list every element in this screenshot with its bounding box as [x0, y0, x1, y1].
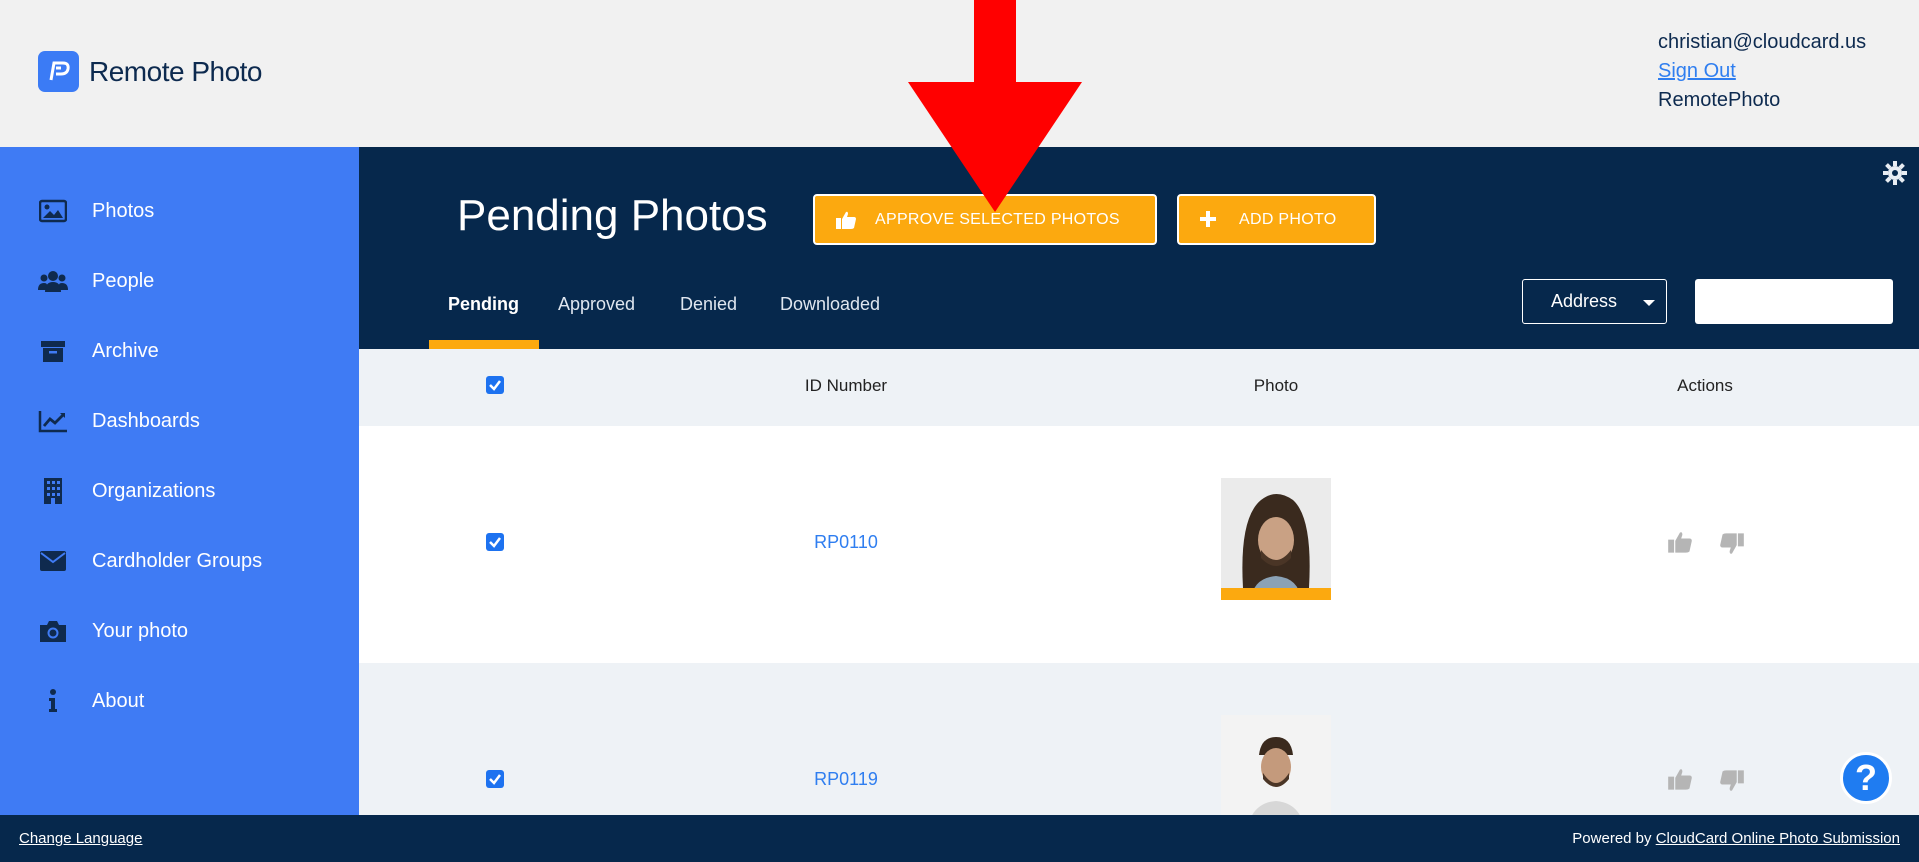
organization-name: RemotePhoto: [1658, 89, 1781, 111]
cloudcard-link[interactable]: CloudCard Online Photo Submission: [1656, 830, 1900, 847]
sidebar-item-photos[interactable]: Photos: [38, 191, 154, 231]
user-email: christian@cloudcard.us: [1658, 31, 1867, 53]
filter-select-value: Address: [1551, 291, 1618, 311]
row-checkbox[interactable]: [486, 533, 504, 551]
sidebar-item-people[interactable]: People: [38, 261, 154, 301]
sidebar-item-cardholder-groups[interactable]: Cardholder Groups: [38, 541, 262, 581]
sidebar-item-label: Organizations: [92, 479, 216, 502]
envelope-icon: [38, 546, 68, 576]
caret-down-icon: [1643, 300, 1655, 306]
red-arrow-annotation: [908, 0, 1082, 212]
add-photo-button[interactable]: ADD PHOTO: [1177, 194, 1376, 245]
logo-icon: [38, 51, 79, 92]
table-row: RP0119: [359, 663, 1919, 815]
column-header-id: ID Number: [804, 376, 888, 395]
sidebar-item-label: Dashboards: [92, 409, 200, 432]
powered-by-label: Powered by: [1572, 830, 1652, 847]
sidebar-item-about[interactable]: About: [38, 681, 144, 721]
select-all-checkbox[interactable]: [486, 376, 504, 394]
chart-line-icon: [38, 406, 68, 436]
pending-status-bar: [1221, 588, 1331, 600]
sidebar-item-label: Your photo: [92, 619, 189, 642]
sidebar-item-label: People: [92, 269, 155, 292]
row-checkbox[interactable]: [486, 770, 504, 788]
brand-logo[interactable]: Remote Photo: [38, 51, 263, 92]
active-tab-indicator: [429, 340, 539, 349]
approve-thumbs-up-icon[interactable]: [1667, 767, 1693, 796]
sidebar-item-label: Photos: [92, 199, 155, 222]
id-number-link[interactable]: RP0110: [814, 532, 878, 553]
sidebar-item-dashboards[interactable]: Dashboards: [38, 401, 200, 441]
sidebar-item-label: About: [92, 689, 145, 712]
question-icon: ?: [1855, 757, 1877, 798]
tab-pending[interactable]: Pending: [448, 294, 519, 315]
column-header-actions: Actions: [1677, 376, 1733, 395]
footer: Change Language Powered by CloudCard Onl…: [0, 815, 1919, 862]
column-header-photo: Photo: [1253, 376, 1299, 395]
user-block: christian@cloudcard.us Sign Out RemotePh…: [1658, 28, 1866, 115]
image-icon: [38, 196, 68, 226]
sidebar-item-label: Archive: [92, 339, 159, 362]
camera-icon: [38, 616, 68, 646]
sign-out-link[interactable]: Sign Out: [1658, 57, 1866, 86]
add-photo-label: ADD PHOTO: [1239, 211, 1337, 228]
archive-icon: [38, 336, 68, 366]
sidebar-item-organizations[interactable]: Organizations: [38, 471, 215, 511]
powered-by: Powered by CloudCard Online Photo Submis…: [1572, 830, 1900, 847]
id-number-link[interactable]: RP0119: [814, 769, 878, 790]
tab-denied[interactable]: Denied: [680, 294, 737, 315]
person-photo-thumbnail[interactable]: [1221, 715, 1331, 815]
approve-thumbs-up-icon[interactable]: [1667, 530, 1693, 559]
sidebar-item-your-photo[interactable]: Your photo: [38, 611, 188, 651]
tab-downloaded[interactable]: Downloaded: [780, 294, 880, 315]
building-icon: [38, 476, 68, 506]
table-header: ID Number Photo Actions: [359, 349, 1919, 426]
thumbs-up-icon: [835, 210, 857, 235]
gear-icon[interactable]: [1883, 161, 1907, 190]
users-icon: [38, 266, 68, 296]
page-header: Pending Photos APPROVE SELECTED PHOTOS A…: [359, 147, 1919, 349]
search-input[interactable]: [1695, 279, 1893, 324]
plus-icon: [1199, 210, 1217, 233]
deny-thumbs-down-icon[interactable]: [1719, 769, 1745, 798]
brand-name: Remote Photo: [89, 55, 263, 87]
change-language-link[interactable]: Change Language: [19, 830, 142, 847]
sidebar-item-archive[interactable]: Archive: [38, 331, 159, 371]
person-photo-thumbnail[interactable]: [1221, 478, 1331, 600]
info-icon: [38, 686, 68, 716]
deny-thumbs-down-icon[interactable]: [1719, 532, 1745, 561]
page-title: Pending Photos: [457, 191, 768, 240]
tab-approved[interactable]: Approved: [558, 294, 635, 315]
help-button[interactable]: ?: [1840, 752, 1892, 804]
approve-button-label: APPROVE SELECTED PHOTOS: [875, 211, 1120, 228]
sidebar: Photos People Archive Dashboards Organiz…: [0, 147, 359, 815]
table-row: RP0110: [359, 426, 1919, 663]
sidebar-item-label: Cardholder Groups: [92, 549, 263, 572]
filter-select[interactable]: Address: [1522, 279, 1667, 324]
